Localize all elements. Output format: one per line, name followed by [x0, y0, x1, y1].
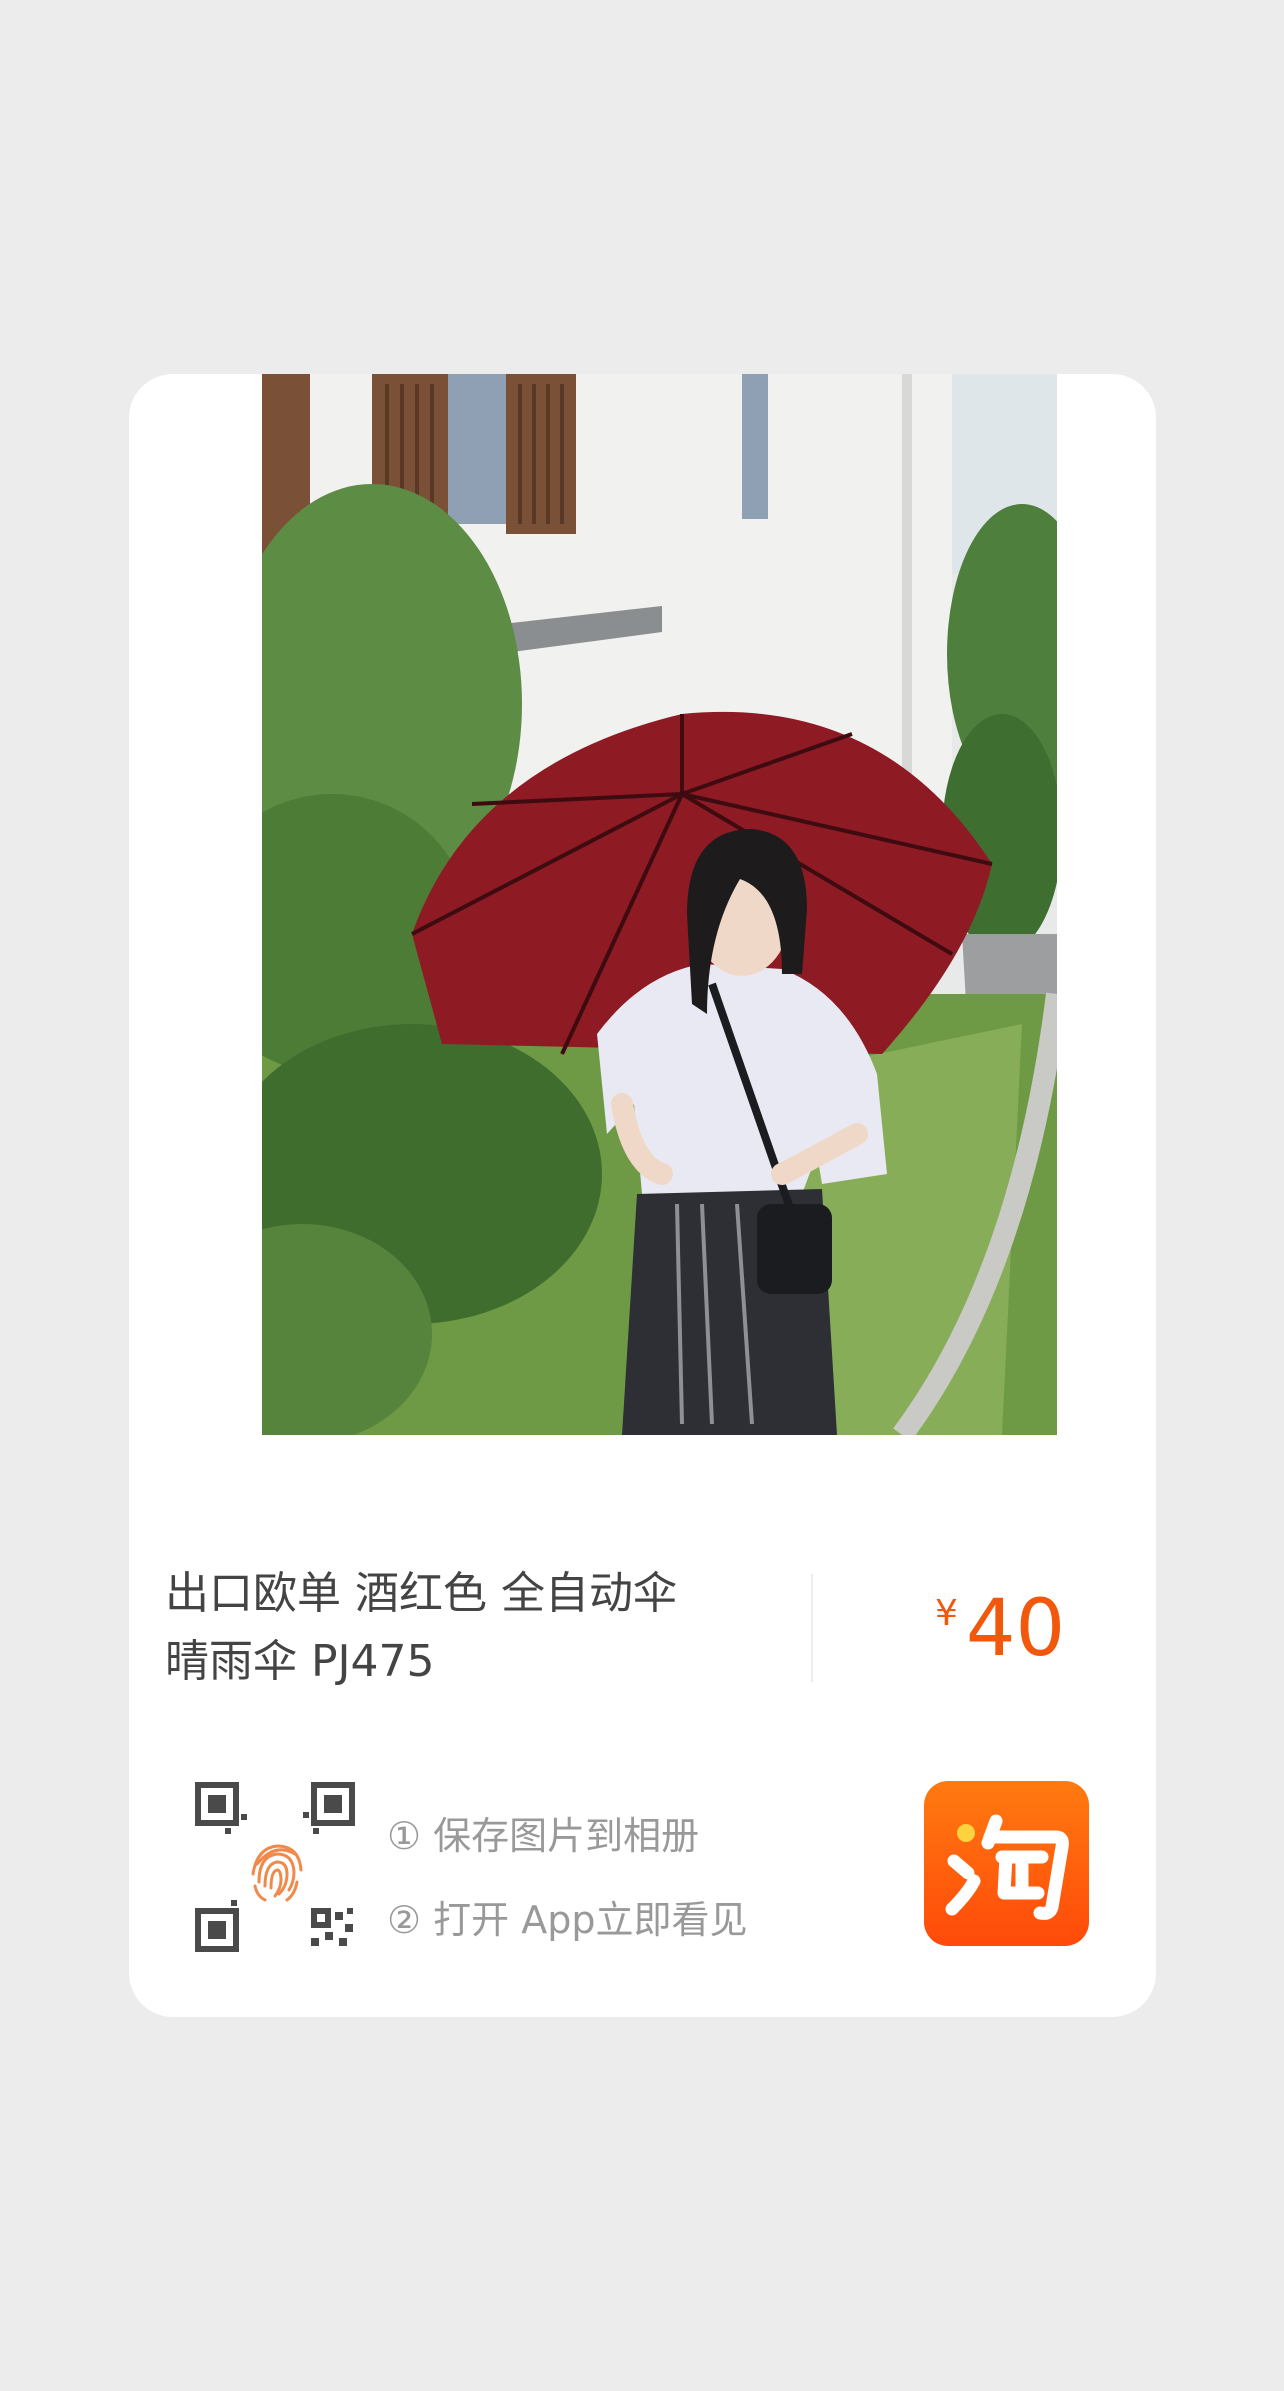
save-instructions: ① 保存图片到相册 ② 打开 App立即看见 [387, 1794, 747, 1962]
product-photo[interactable] [262, 374, 1057, 1435]
product-title-line-2: 晴雨伞 PJ475 [165, 1636, 435, 1687]
price-amount: 40 [965, 1584, 1066, 1674]
price: ¥40 [935, 1584, 1065, 1674]
product-photo-illustration [262, 374, 1057, 1435]
product-share-card: 出口欧单 酒红色 全自动伞 晴雨伞 PJ475 ¥40 ① 保存图片到相册 ② … [129, 374, 1156, 2017]
taobao-logo-icon[interactable] [924, 1781, 1089, 1946]
product-title-line-1: 出口欧单 酒红色 全自动伞 [165, 1568, 677, 1619]
divider [811, 1574, 813, 1682]
instruction-step-1: ① 保存图片到相册 [387, 1814, 700, 1858]
product-title: 出口欧单 酒红色 全自动伞 晴雨伞 PJ475 [165, 1560, 765, 1696]
qr-fingerprint-icon [195, 1782, 365, 1952]
price-currency: ¥ [935, 1593, 958, 1634]
instruction-step-2: ② 打开 App立即看见 [387, 1898, 748, 1942]
